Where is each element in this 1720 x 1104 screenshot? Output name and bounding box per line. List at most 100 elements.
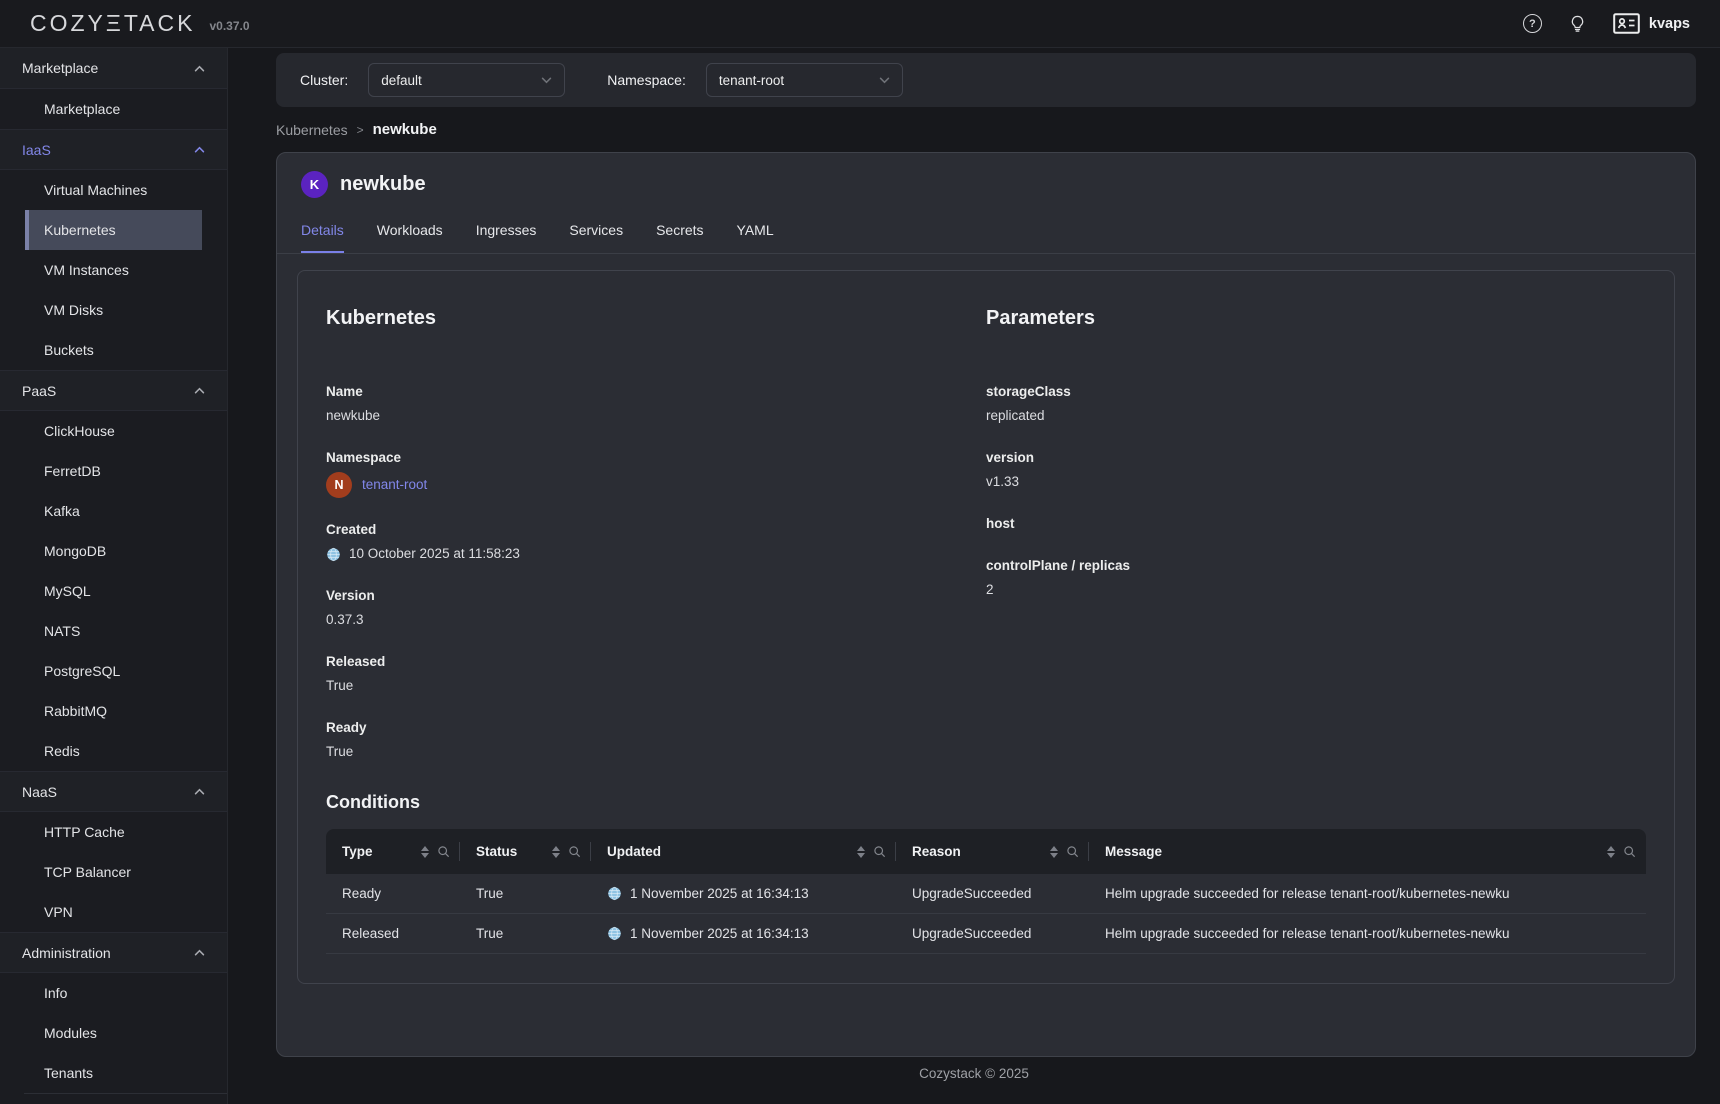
sidebar-item-label: VM Instances bbox=[44, 262, 129, 278]
search-icon[interactable] bbox=[1623, 845, 1636, 858]
search-icon[interactable] bbox=[1066, 845, 1079, 858]
sidebar-item-label: VPN bbox=[44, 904, 73, 920]
sidebar-item-clickhouse[interactable]: ClickHouse bbox=[25, 411, 202, 451]
sidebar-item-label: Redis bbox=[44, 743, 80, 759]
sidebar-item-tenants[interactable]: Tenants bbox=[25, 1053, 202, 1093]
chevron-up-icon bbox=[194, 949, 205, 956]
sidebar-item-modules[interactable]: Modules bbox=[25, 1013, 202, 1053]
sidebar-group-naas[interactable]: NaaS bbox=[0, 771, 227, 812]
field-label: controlPlane / replicas bbox=[986, 556, 1646, 576]
field-value: v1.33 bbox=[986, 472, 1646, 492]
field-label: host bbox=[986, 514, 1646, 534]
sidebar-item-tcp-balancer[interactable]: TCP Balancer bbox=[25, 852, 202, 892]
column-tools bbox=[1040, 845, 1079, 858]
sidebar-item-label: Tenants bbox=[44, 1065, 93, 1081]
sidebar-item-redis[interactable]: Redis bbox=[25, 731, 202, 771]
footer-copyright: Cozystack © 2025 bbox=[228, 1066, 1720, 1081]
chevron-up-icon bbox=[194, 65, 205, 72]
column-header-reason[interactable]: Reason bbox=[896, 829, 1089, 874]
sidebar: Marketplace Marketplace IaaS Virtual Mac… bbox=[0, 48, 228, 1104]
details-left-column: Kubernetes Name newkube Namespace N tena… bbox=[326, 307, 986, 784]
cell-reason: UpgradeSucceeded bbox=[896, 914, 1089, 953]
sidebar-group-label: PaaS bbox=[22, 383, 56, 399]
column-label: Reason bbox=[912, 844, 961, 859]
sidebar-item-kafka[interactable]: Kafka bbox=[25, 491, 202, 531]
details-grid: Kubernetes Name newkube Namespace N tena… bbox=[326, 307, 1646, 784]
field-released: Released True bbox=[326, 652, 986, 696]
field-label: Released bbox=[326, 652, 986, 672]
sidebar-item-vpn[interactable]: VPN bbox=[25, 892, 202, 932]
sidebar-item-ferretdb[interactable]: FerretDB bbox=[25, 451, 202, 491]
sidebar-item-rabbitmq[interactable]: RabbitMQ bbox=[25, 691, 202, 731]
sidebar-group-marketplace[interactable]: Marketplace bbox=[0, 48, 227, 89]
sidebar-item-label: FerretDB bbox=[44, 463, 101, 479]
profile-button[interactable]: kvaps bbox=[1613, 13, 1690, 34]
sidebar-item-postgresql[interactable]: PostgreSQL bbox=[25, 651, 202, 691]
sidebar-item-kubernetes[interactable]: Kubernetes bbox=[25, 210, 202, 250]
sidebar-item-mysql[interactable]: MySQL bbox=[25, 571, 202, 611]
sidebar-item-label: Marketplace bbox=[44, 101, 120, 117]
field-namespace: Namespace N tenant-root bbox=[326, 448, 986, 498]
namespace-select[interactable]: tenant-root bbox=[706, 63, 903, 97]
tab-ingresses[interactable]: Ingresses bbox=[476, 222, 537, 253]
sidebar-item-http-cache[interactable]: HTTP Cache bbox=[25, 812, 202, 852]
search-icon[interactable] bbox=[873, 845, 886, 858]
sorter-icon[interactable] bbox=[552, 846, 560, 858]
column-header-status[interactable]: Status bbox=[460, 829, 591, 874]
sidebar-item-nats[interactable]: NATS bbox=[25, 611, 202, 651]
field-name: Name newkube bbox=[326, 382, 986, 426]
sidebar-item-label: VM Disks bbox=[44, 302, 103, 318]
sidebar-item-label: NATS bbox=[44, 623, 80, 639]
sorter-icon[interactable] bbox=[1607, 846, 1615, 858]
sidebar-group-iaas[interactable]: IaaS bbox=[0, 129, 227, 170]
namespace-link[interactable]: tenant-root bbox=[362, 475, 427, 495]
field-ready: Ready True bbox=[326, 718, 986, 762]
field-label: storageClass bbox=[986, 382, 1646, 402]
sidebar-item-vm-instances[interactable]: VM Instances bbox=[25, 250, 202, 290]
column-header-type[interactable]: Type bbox=[326, 829, 460, 874]
search-icon[interactable] bbox=[568, 845, 581, 858]
tab-services[interactable]: Services bbox=[569, 222, 623, 253]
sidebar-item-label: HTTP Cache bbox=[44, 824, 125, 840]
sorter-icon[interactable] bbox=[857, 846, 865, 858]
field-label: Namespace bbox=[326, 448, 986, 468]
sidebar-item-vm-disks[interactable]: VM Disks bbox=[25, 290, 202, 330]
column-header-updated[interactable]: Updated bbox=[591, 829, 896, 874]
sidebar-item-info[interactable]: Info bbox=[25, 973, 202, 1013]
chevron-up-icon bbox=[194, 146, 205, 153]
theme-toggle-button[interactable] bbox=[1568, 14, 1587, 33]
search-icon[interactable] bbox=[437, 845, 450, 858]
section-heading-kubernetes: Kubernetes bbox=[326, 307, 986, 330]
sidebar-item-marketplace[interactable]: Marketplace bbox=[25, 89, 202, 129]
cell-status: True bbox=[460, 914, 591, 953]
tab-secrets[interactable]: Secrets bbox=[656, 222, 703, 253]
details-panel: Kubernetes Name newkube Namespace N tena… bbox=[297, 270, 1675, 984]
sidebar-item-label: Info bbox=[44, 985, 67, 1001]
sidebar-item-mongodb[interactable]: MongoDB bbox=[25, 531, 202, 571]
help-button[interactable]: ? bbox=[1523, 14, 1542, 33]
breadcrumb-kubernetes[interactable]: Kubernetes bbox=[276, 122, 348, 138]
sorter-icon[interactable] bbox=[1050, 846, 1058, 858]
tab-yaml[interactable]: YAML bbox=[737, 222, 774, 253]
sidebar-group-label: Marketplace bbox=[22, 60, 98, 76]
tab-workloads[interactable]: Workloads bbox=[377, 222, 443, 253]
column-label: Type bbox=[342, 844, 373, 859]
sidebar-group-administration[interactable]: Administration bbox=[0, 932, 227, 973]
globe-icon bbox=[607, 926, 622, 941]
sidebar-group-paas[interactable]: PaaS bbox=[0, 370, 227, 411]
sidebar-item-label: MySQL bbox=[44, 583, 91, 599]
chevron-up-icon bbox=[194, 788, 205, 795]
namespace-label: Namespace: bbox=[607, 72, 686, 88]
sidebar-item-virtual-machines[interactable]: Virtual Machines bbox=[25, 170, 202, 210]
table-row: Released True 1 November 2025 at 16:34:1… bbox=[326, 914, 1646, 954]
sorter-icon[interactable] bbox=[421, 846, 429, 858]
chevron-down-icon bbox=[879, 77, 890, 84]
sidebar-item-buckets[interactable]: Buckets bbox=[25, 330, 202, 370]
cell-type: Released bbox=[326, 914, 460, 953]
field-created: Created 10 October 2025 at 11:58:23 bbox=[326, 520, 986, 564]
cluster-select[interactable]: default bbox=[368, 63, 565, 97]
cell-updated: 1 November 2025 at 16:34:13 bbox=[591, 914, 896, 953]
column-header-message[interactable]: Message bbox=[1089, 829, 1646, 874]
id-card-icon bbox=[1613, 13, 1640, 34]
tab-details[interactable]: Details bbox=[301, 222, 344, 253]
